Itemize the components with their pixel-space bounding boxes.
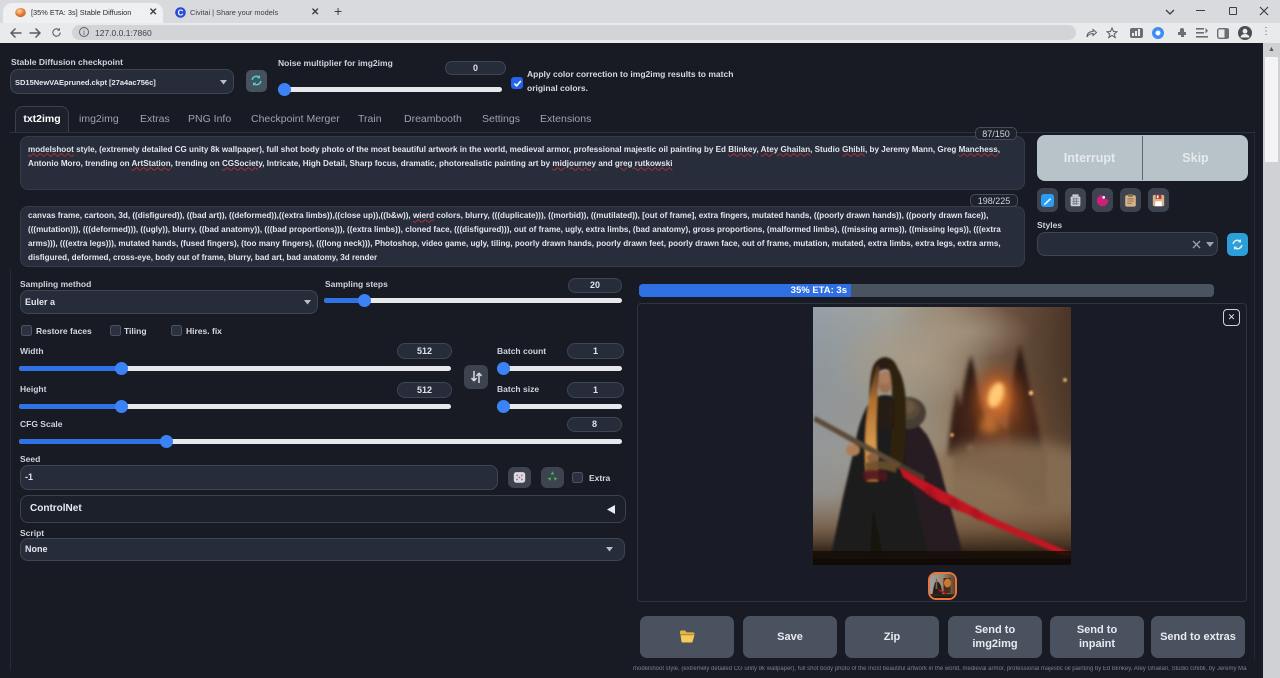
svg-text:C: C	[178, 8, 184, 17]
